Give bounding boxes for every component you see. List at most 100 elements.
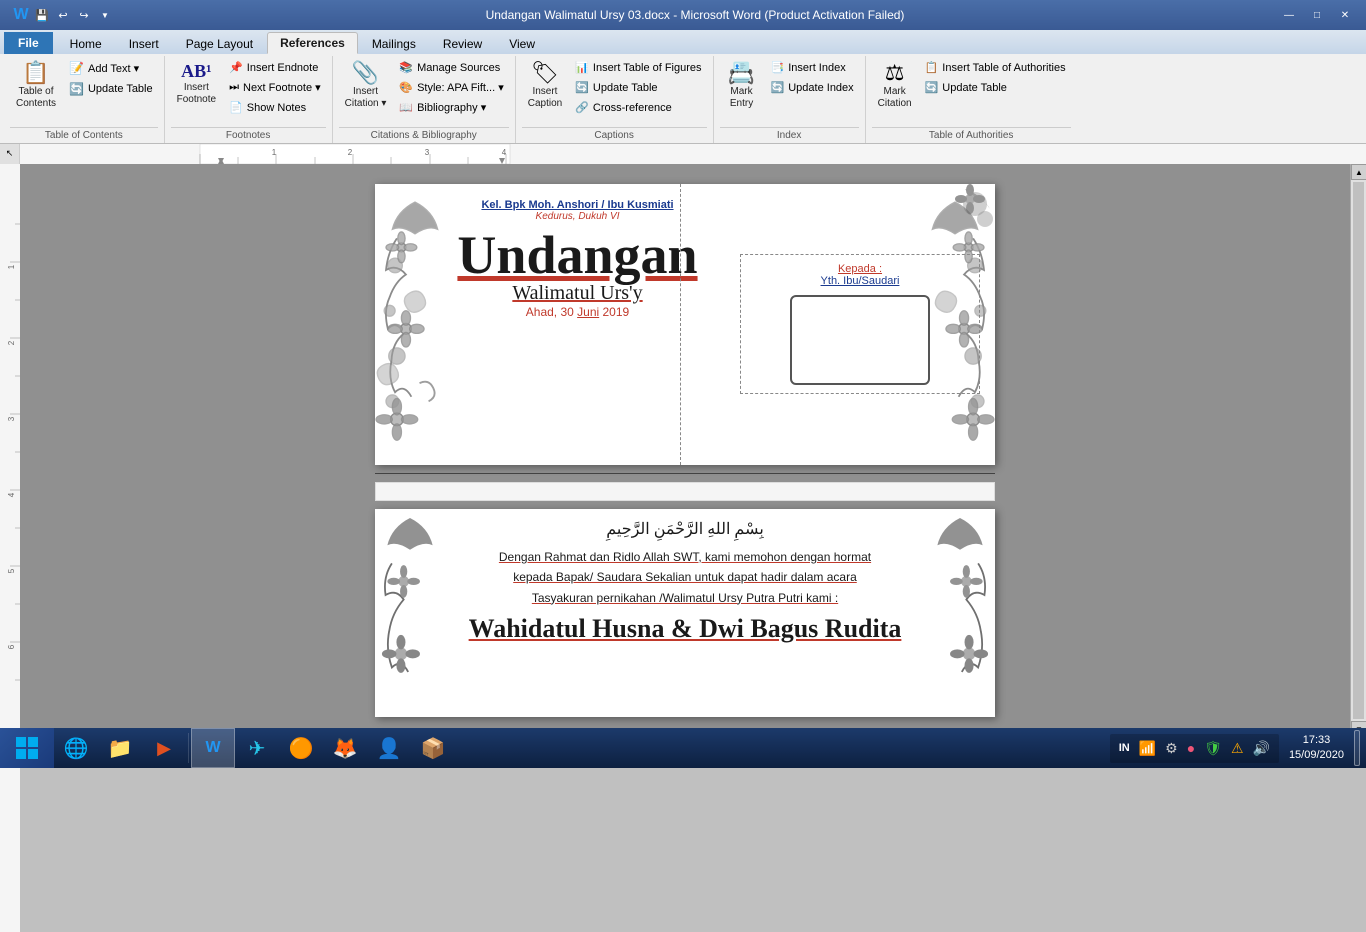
insert-caption-button[interactable]: 🏷 InsertCaption	[522, 58, 568, 114]
main-area: 1 2 3 4 5 6	[0, 164, 1366, 737]
index-buttons: 📇 MarkEntry 📑 Insert Index 🔄 Update Inde…	[720, 58, 859, 127]
insert-table-of-figures-button[interactable]: 📊 Insert Table of Figures	[570, 58, 706, 77]
taskbar-telegram[interactable]: ✈	[235, 728, 279, 768]
titlebar: W 💾 ↩ ↪ ▼ Undangan Walimatul Ursy 03.doc…	[0, 0, 1366, 30]
chrome-tray-icon[interactable]: ●	[1184, 737, 1198, 759]
toc-col: 📝 Add Text ▾ 🔄 Update Table	[64, 58, 158, 99]
update-table-authorities-button[interactable]: 🔄 Update Table	[920, 78, 1071, 97]
insert-index-icon: 📑	[771, 61, 785, 74]
insert-index-button[interactable]: 📑 Insert Index	[766, 58, 859, 77]
insert-caption-icon: 🏷	[531, 62, 559, 84]
minimize-button[interactable]: —	[1276, 6, 1302, 24]
taskbar: 🌐 📁 ▶ W ✈ 🟠 🦊 👤 📦 IN 📶 ⚙ ● 🛡 ⚠ 🔊 17:33 1…	[0, 728, 1366, 768]
update-table-captions-button[interactable]: 🔄 Update Table	[570, 78, 706, 97]
style-button[interactable]: 🎨 Style: APA Fift... ▾	[394, 78, 508, 97]
toc-group-label: Table of Contents	[10, 127, 158, 141]
save-btn[interactable]: 💾	[33, 6, 51, 24]
tab-page-layout[interactable]: Page Layout	[173, 32, 266, 54]
manage-sources-button[interactable]: 📚 Manage Sources	[394, 58, 508, 77]
undo-btn[interactable]: ↩	[54, 6, 72, 24]
floral-corner-top-right	[915, 184, 995, 264]
update-table-captions-icon: 🔄	[575, 81, 589, 94]
bibliography-button[interactable]: 📖 Bibliography ▾	[394, 98, 508, 117]
taskbar-ie[interactable]: 🌐	[54, 728, 98, 768]
style-icon: 🎨	[399, 81, 413, 94]
insert-citation-button[interactable]: 📎 InsertCitation ▾	[339, 58, 393, 114]
add-text-button[interactable]: 📝 Add Text ▾	[64, 58, 158, 78]
sender-address: Kedurus, Dukuh VI	[536, 211, 620, 222]
settings-icon[interactable]: ⚙	[1162, 737, 1181, 760]
scroll-up-button[interactable]: ▲	[1351, 164, 1366, 180]
next-footnote-icon: ⏭	[229, 81, 239, 94]
address-name: Yth. Ibu/Saudari	[749, 275, 971, 287]
address-to-label: Kepada :	[749, 263, 971, 275]
taskbar-media[interactable]: ▶	[142, 728, 186, 768]
authorities-buttons: ⚖ MarkCitation 📋 Insert Table of Authori…	[872, 58, 1071, 127]
show-notes-button[interactable]: 📄 Show Notes	[224, 98, 326, 117]
svg-text:3: 3	[7, 416, 16, 421]
svg-text:4: 4	[7, 492, 16, 497]
footnotes-group-label: Footnotes	[171, 127, 326, 141]
page1-inner: Kel. Bpk Moh. Anshori / Ibu Kusmiati Ked…	[375, 184, 995, 465]
svg-text:3: 3	[425, 148, 430, 157]
ruler-corner[interactable]: ↖	[0, 144, 20, 164]
update-toa-icon: 🔄	[925, 81, 939, 94]
system-time[interactable]: 17:33 15/09/2020	[1281, 733, 1352, 764]
tab-file[interactable]: File	[4, 32, 53, 54]
quick-access-toolbar: W 💾 ↩ ↪ ▼	[12, 6, 114, 24]
tab-view[interactable]: View	[496, 32, 548, 54]
svg-text:5: 5	[7, 568, 16, 573]
table-of-contents-button[interactable]: 📋 Table ofContents	[10, 58, 62, 114]
antivirus-icon[interactable]: 🛡	[1201, 737, 1225, 760]
tab-mailings[interactable]: Mailings	[359, 32, 429, 54]
toc-buttons: 📋 Table ofContents 📝 Add Text ▾ 🔄 Update…	[10, 58, 158, 127]
stamp-box	[790, 295, 930, 385]
update-table-toc-button[interactable]: 🔄 Update Table	[64, 79, 158, 99]
tab-references[interactable]: References	[267, 32, 358, 54]
svg-text:1: 1	[272, 148, 277, 157]
taskbar-firefox[interactable]: 🦊	[323, 728, 367, 768]
taskbar-user[interactable]: 👤	[367, 728, 411, 768]
insert-endnote-icon: 📌	[229, 61, 243, 74]
mark-entry-button[interactable]: 📇 MarkEntry	[720, 58, 764, 114]
maximize-button[interactable]: □	[1304, 6, 1330, 24]
couple-names: Wahidatul Husna & Dwi Bagus Rudita	[450, 614, 920, 644]
keyboard-lang: IN	[1116, 739, 1133, 757]
insert-table-of-authorities-button[interactable]: 📋 Insert Table of Authorities	[920, 58, 1071, 77]
svg-text:1: 1	[7, 264, 16, 269]
titlebar-left: W 💾 ↩ ↪ ▼	[8, 6, 114, 24]
start-button[interactable]	[0, 728, 54, 768]
update-table-toc-icon: 🔄	[69, 82, 84, 96]
page2-inner: بِسْمِ اللهِ الرَّحْمَنِ الرَّحِيمِ Deng…	[375, 509, 995, 717]
taskbar-chrome[interactable]: 🟠	[279, 728, 323, 768]
insert-endnote-button[interactable]: 📌 Insert Endnote	[224, 58, 326, 77]
taskbar-word[interactable]: W	[191, 728, 235, 768]
mark-citation-icon: ⚖	[885, 62, 905, 84]
volume-icon[interactable]: 🔊	[1250, 737, 1273, 760]
mark-citation-button[interactable]: ⚖ MarkCitation	[872, 58, 918, 114]
svg-text:2: 2	[7, 340, 16, 345]
tab-home[interactable]: Home	[57, 32, 115, 54]
word-icon: W	[12, 6, 30, 24]
network-icon[interactable]: 📶	[1136, 737, 1159, 760]
show-desktop-button[interactable]	[1354, 730, 1360, 766]
sender-name: Kel. Bpk Moh. Anshori / Ibu Kusmiati	[481, 199, 673, 211]
taskbar-sep1	[188, 733, 189, 763]
taskbar-explorer[interactable]: 📁	[98, 728, 142, 768]
update-index-button[interactable]: 🔄 Update Index	[766, 78, 859, 97]
next-footnote-button[interactable]: ⏭ Next Footnote ▾	[224, 78, 326, 97]
index-group-label: Index	[720, 127, 859, 141]
tab-insert[interactable]: Insert	[116, 32, 172, 54]
left-ruler: 1 2 3 4 5 6	[0, 164, 20, 737]
customize-btn[interactable]: ▼	[96, 6, 114, 24]
redo-btn[interactable]: ↪	[75, 6, 93, 24]
invitation-title: Undangan	[457, 228, 697, 282]
insert-footnote-button[interactable]: AB¹ InsertFootnote	[171, 58, 222, 110]
vertical-scrollbar[interactable]: ▲ ▼	[1350, 164, 1366, 737]
tab-review[interactable]: Review	[430, 32, 495, 54]
close-button[interactable]: ✕	[1332, 6, 1358, 24]
scroll-thumb[interactable]	[1353, 182, 1364, 719]
cross-reference-button[interactable]: 🔗 Cross-reference	[570, 98, 706, 117]
warning-icon[interactable]: ⚠	[1228, 737, 1247, 760]
taskbar-package[interactable]: 📦	[411, 728, 455, 768]
